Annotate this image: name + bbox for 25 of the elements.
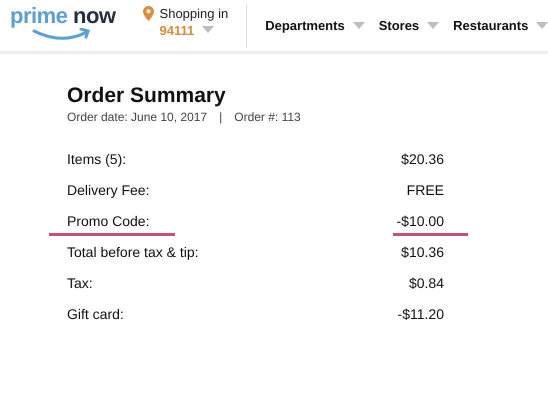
caret-icon [427, 22, 440, 30]
row-amount: -$11.20 [398, 306, 444, 323]
nav-menu[interactable]: Stores [378, 18, 440, 33]
row-amount: $10.36 [401, 244, 444, 261]
location-pin-icon [142, 6, 154, 20]
summary-title: Order Summary [67, 84, 227, 108]
row-label: Total before tax & tip: [67, 244, 199, 261]
row-amount: $0.84 [408, 275, 444, 292]
row-label: Promo Code: [67, 213, 150, 230]
order-date: Order date: June 10, 2017 [67, 110, 208, 124]
caret-icon [202, 26, 214, 34]
nav-menu[interactable]: Restaurants [453, 18, 548, 33]
row-label: Gift card: [67, 306, 124, 323]
separator: | [219, 110, 222, 124]
shopping-in-label: Shopping in [160, 6, 228, 20]
row-label: Items (5): [67, 151, 126, 168]
caret-icon [536, 22, 548, 30]
order-number: Order #: 113 [234, 110, 301, 124]
row-amount: -$10.00 [396, 213, 444, 230]
caret-icon [352, 22, 365, 30]
row-amount: $20.36 [401, 151, 444, 168]
row-label: Delivery Fee: [67, 182, 150, 199]
row-label: Tax: [67, 275, 93, 292]
row-amount: FREE [406, 182, 444, 199]
nav-menu[interactable]: Departments [265, 18, 365, 33]
